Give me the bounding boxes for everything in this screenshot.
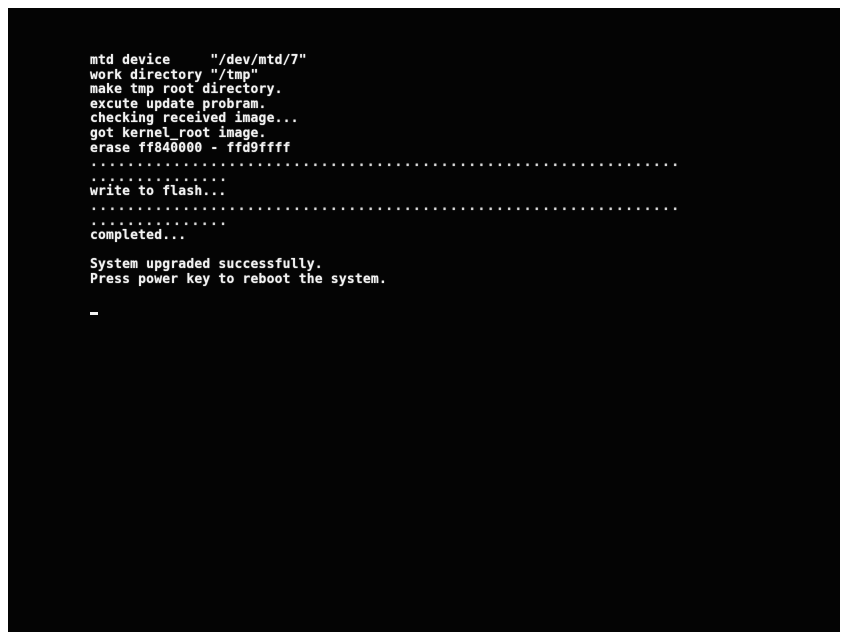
console-line-make-tmp-root: make tmp root directory. (90, 82, 283, 98)
prompt-line[interactable] (90, 302, 681, 317)
console-line-completed: completed... (90, 228, 187, 244)
console-line-checking-image: checking received image... (90, 111, 299, 127)
console-line-mtd-device: mtd device "/dev/mtd/7" (90, 53, 307, 68)
console-line-erase-range: erase ff840000 - ffd9ffff (90, 140, 291, 156)
console-output: mtd device "/dev/mtd/7" work directory "… (90, 53, 681, 317)
text-cursor (90, 312, 98, 316)
console-line-write-to-flash: write to flash... (90, 184, 227, 200)
console-line-got-kernel-root: got kernel_root image. (90, 125, 267, 141)
console-line-upgrade-success: System upgraded successfully. (90, 257, 323, 273)
write-progress-dots: ........................................… (90, 198, 681, 214)
erase-progress-dots: ........................................… (90, 155, 681, 171)
write-progress-dots-continued: ............... (90, 213, 229, 229)
console-line-work-directory: work directory "/tmp" (90, 67, 259, 83)
terminal-screen: mtd device "/dev/mtd/7" work directory "… (8, 8, 840, 632)
console-line-reboot-prompt: Press power key to reboot the system. (90, 271, 387, 287)
